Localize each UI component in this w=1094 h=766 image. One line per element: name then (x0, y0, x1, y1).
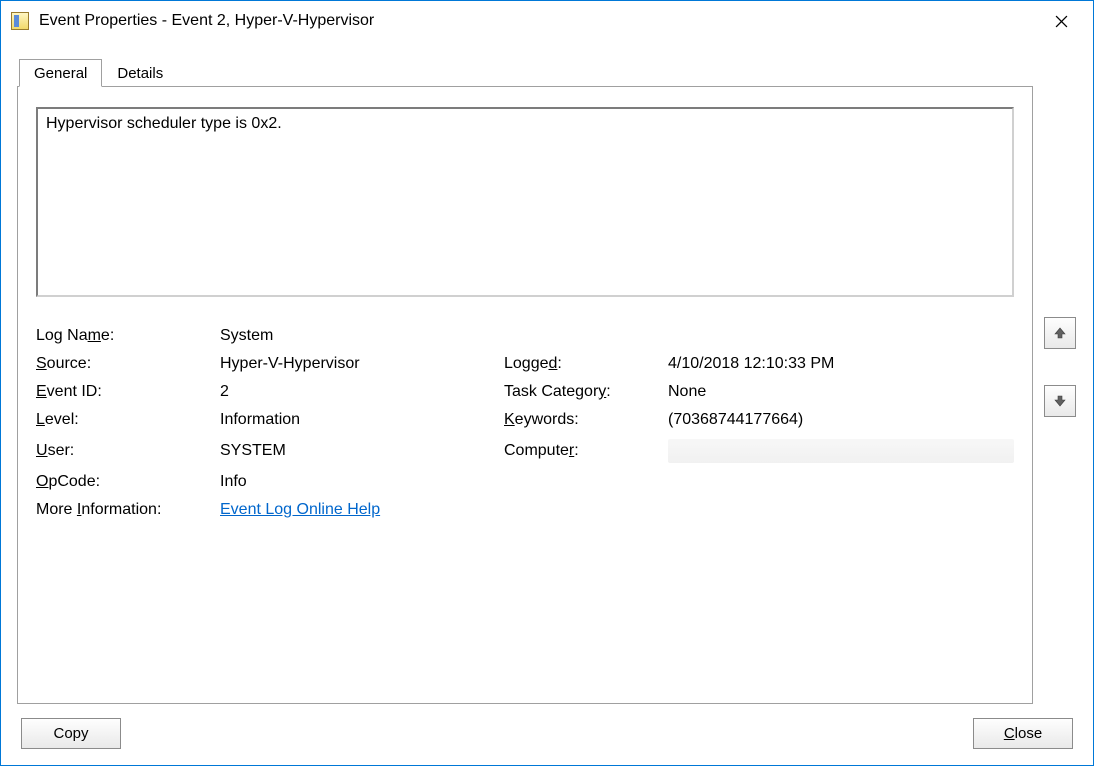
tab-general[interactable]: General (19, 59, 102, 87)
tabs: General Details (19, 59, 1077, 87)
tab-details[interactable]: Details (102, 59, 178, 87)
event-description[interactable]: Hypervisor scheduler type is 0x2. (36, 107, 1014, 297)
label-source: Source: (36, 355, 216, 373)
general-panel: Hypervisor scheduler type is 0x2. Log Na… (17, 86, 1033, 704)
dialog-footer: Copy Close (17, 718, 1077, 749)
value-level: Information (220, 411, 500, 429)
event-properties-window: Event Properties - Event 2, Hyper-V-Hype… (0, 0, 1094, 766)
value-task-category: None (668, 383, 1014, 401)
app-icon (11, 12, 29, 30)
event-fields: Log Name: System Source: Hyper-V-Hypervi… (36, 327, 1014, 519)
copy-button-label: Copy (53, 725, 88, 742)
label-event-id: Event ID: (36, 383, 216, 401)
value-opcode: Info (220, 473, 500, 491)
label-logged: Logged: (504, 355, 664, 373)
client-area: General Details Hypervisor scheduler typ… (1, 41, 1093, 765)
label-computer: Computer: (504, 442, 664, 460)
close-button-label: Close (1004, 725, 1042, 742)
panel-wrap: Hypervisor scheduler type is 0x2. Log Na… (17, 87, 1077, 704)
label-more-info: More Information: (36, 501, 216, 519)
label-keywords: Keywords: (504, 411, 664, 429)
value-logged: 4/10/2018 12:10:33 PM (668, 355, 1014, 373)
window-close-button[interactable] (1041, 6, 1081, 36)
label-task-category: Task Category: (504, 383, 664, 401)
event-log-online-help-link[interactable]: Event Log Online Help (220, 501, 380, 518)
value-source: Hyper-V-Hypervisor (220, 355, 500, 373)
arrow-up-icon (1053, 326, 1067, 340)
close-button[interactable]: Close (973, 718, 1073, 749)
nav-buttons (1043, 87, 1077, 704)
next-event-button[interactable] (1044, 385, 1076, 417)
titlebar[interactable]: Event Properties - Event 2, Hyper-V-Hype… (1, 1, 1093, 41)
window-title: Event Properties - Event 2, Hyper-V-Hype… (39, 12, 1041, 30)
label-level: Level: (36, 411, 216, 429)
value-user: SYSTEM (220, 442, 500, 460)
label-log-name: Log Name: (36, 327, 216, 345)
label-opcode: OpCode: (36, 473, 216, 491)
copy-button[interactable]: Copy (21, 718, 121, 749)
value-computer (668, 439, 1014, 463)
close-icon (1055, 15, 1068, 28)
arrow-down-icon (1053, 394, 1067, 408)
label-user: User: (36, 442, 216, 460)
value-keywords: (70368744177664) (668, 411, 1014, 429)
value-event-id: 2 (220, 383, 500, 401)
value-log-name: System (220, 327, 500, 345)
previous-event-button[interactable] (1044, 317, 1076, 349)
